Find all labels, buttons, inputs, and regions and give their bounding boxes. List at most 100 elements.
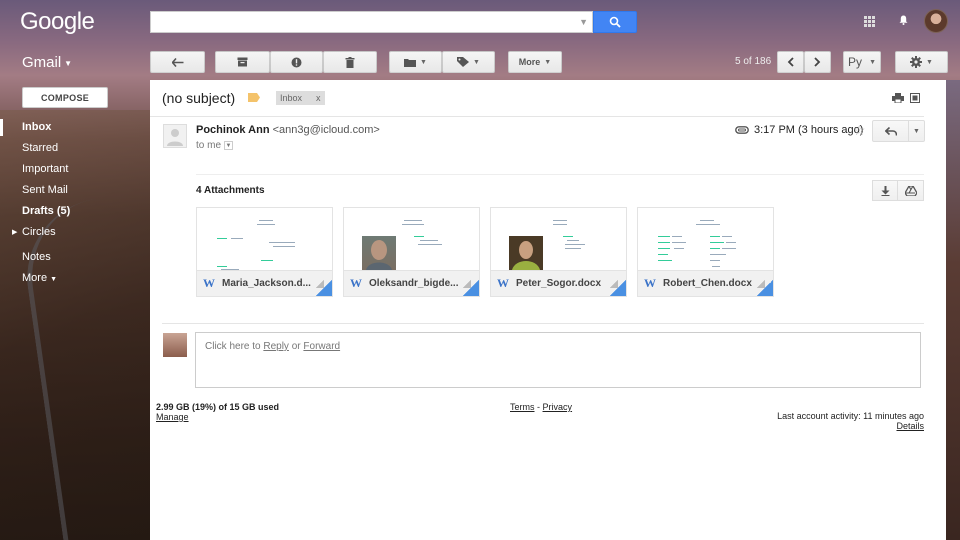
attachment-card[interactable]: W Robert_Chen.docx xyxy=(637,207,774,297)
sidebar-item-drafts[interactable]: Drafts (5) xyxy=(0,201,150,222)
attachment-name: Oleksandr_bigde... xyxy=(369,278,459,289)
older-button[interactable] xyxy=(804,51,831,73)
sidebar-item-label: Sent Mail xyxy=(22,184,68,196)
gmail-menu[interactable]: Gmail ▼ xyxy=(22,54,72,71)
sender-info: Pochinok Ann <ann3g@icloud.com> xyxy=(196,124,380,136)
folder-icon xyxy=(404,58,417,67)
remove-label-button[interactable]: x xyxy=(316,91,321,105)
sidebar-item-important[interactable]: Important xyxy=(0,159,150,180)
sidebar-item-sent[interactable]: Sent Mail xyxy=(0,180,150,201)
reply-button[interactable] xyxy=(873,121,909,141)
quick-reply-box[interactable]: Click here to Reply or Forward xyxy=(195,332,921,388)
label-chip-text: Inbox xyxy=(280,93,303,103)
sidebar-nav: Inbox Starred Important Sent Mail Drafts… xyxy=(0,117,150,289)
expand-triangle-icon[interactable]: ▶ xyxy=(12,222,17,243)
newer-button[interactable] xyxy=(777,51,804,73)
search-icon xyxy=(609,16,621,28)
activity-details-link[interactable]: Details xyxy=(896,421,924,431)
report-spam-button[interactable] xyxy=(270,51,323,73)
google-logo[interactable]: Google xyxy=(20,8,95,36)
attachment-name: Maria_Jackson.d... xyxy=(222,278,311,289)
terms-link[interactable]: Terms xyxy=(510,402,535,412)
trash-icon xyxy=(345,56,355,68)
archive-button[interactable] xyxy=(215,51,270,73)
message-time[interactable]: 3:17 PM (3 hours ago) xyxy=(754,124,863,136)
chevron-down-icon: ▼ xyxy=(64,58,73,68)
back-button[interactable] xyxy=(150,51,205,73)
archive-icon xyxy=(237,57,248,67)
attachments-title: 4 Attachments xyxy=(196,185,265,196)
sidebar-item-label: Drafts (5) xyxy=(22,205,71,217)
attachment-name: Peter_Sogor.docx xyxy=(516,278,602,289)
chevron-left-icon xyxy=(787,57,794,67)
attachment-card[interactable]: W Maria_Jackson.d... xyxy=(196,207,333,297)
new-window-icon[interactable] xyxy=(910,93,920,103)
label-chip-inbox: Inbox x xyxy=(276,91,325,105)
star-icon[interactable]: ☆ xyxy=(853,122,866,139)
sender-name[interactable]: Pochinok Ann xyxy=(196,124,270,136)
importance-marker-icon[interactable] xyxy=(248,93,260,102)
recipient-line: to me ▼ xyxy=(196,140,234,151)
spam-warning-icon xyxy=(291,57,302,67)
privacy-link[interactable]: Privacy xyxy=(543,402,573,412)
attachment-preview xyxy=(197,208,332,272)
attachment-photo xyxy=(509,236,543,270)
reply-arrow-icon xyxy=(884,126,897,136)
page-fold-icon xyxy=(610,280,626,296)
divider xyxy=(150,116,924,117)
footer-links: Terms - Privacy xyxy=(510,402,572,412)
sidebar-item-more[interactable]: More ▼ xyxy=(0,268,150,289)
search-options-caret-icon[interactable]: ▼ xyxy=(579,17,588,27)
download-all-button[interactable] xyxy=(872,180,898,201)
attachment-footer: W Oleksandr_bigde... xyxy=(344,270,479,296)
account-avatar[interactable] xyxy=(924,9,948,33)
attachment-card[interactable]: W Peter_Sogor.docx xyxy=(490,207,627,297)
chevron-right-icon xyxy=(814,57,821,67)
arrow-back-icon xyxy=(171,57,183,67)
attachment-photo xyxy=(362,236,396,270)
reply-prompt: Click here to Reply or Forward xyxy=(205,341,340,352)
labels-button[interactable]: ▼ xyxy=(442,51,495,73)
chevron-down-icon: ▼ xyxy=(420,58,427,66)
sidebar-item-label: More xyxy=(22,272,48,284)
sidebar-item-inbox[interactable]: Inbox xyxy=(0,117,150,138)
move-to-button[interactable]: ▼ xyxy=(389,51,442,73)
sidebar-item-label: Inbox xyxy=(22,121,52,133)
notifications-bell-icon[interactable] xyxy=(899,15,908,25)
apps-grid-icon[interactable] xyxy=(864,16,875,27)
attachment-footer: W Robert_Chen.docx xyxy=(638,270,773,296)
sidebar-item-label: Starred xyxy=(22,142,59,154)
gear-icon xyxy=(910,56,923,68)
input-tools-button[interactable]: Ру ▼ xyxy=(843,51,881,73)
settings-button[interactable]: ▼ xyxy=(895,51,948,73)
attachment-footer: W Peter_Sogor.docx xyxy=(491,270,626,296)
show-details-caret-icon[interactable]: ▼ xyxy=(224,140,234,150)
manage-storage-link[interactable]: Manage xyxy=(156,412,189,422)
reply-link[interactable]: Reply xyxy=(263,341,289,352)
divider xyxy=(196,174,924,175)
compose-button[interactable]: COMPOSE xyxy=(22,87,108,108)
chevron-down-icon: ▼ xyxy=(926,58,933,66)
search-button[interactable] xyxy=(593,11,637,33)
sidebar-item-circles[interactable]: ▶ Circles xyxy=(0,222,150,243)
or-text: or xyxy=(291,341,301,352)
page-fold-icon xyxy=(463,280,479,296)
sidebar-item-label: Important xyxy=(22,163,69,175)
reply-options-chevron-down-icon[interactable]: ▼ xyxy=(909,121,924,141)
divider xyxy=(162,323,924,324)
forward-link[interactable]: Forward xyxy=(303,341,340,352)
more-actions-button[interactable]: More ▼ xyxy=(508,51,562,73)
print-icon[interactable] xyxy=(892,93,904,103)
delete-button[interactable] xyxy=(323,51,377,73)
sidebar-item-notes[interactable]: Notes xyxy=(0,247,150,268)
sender-avatar[interactable] xyxy=(163,124,187,148)
save-to-drive-button[interactable] xyxy=(898,180,924,201)
storage-usage: 2.99 GB (19%) of 15 GB used xyxy=(156,402,280,412)
reply-button-group: ▼ xyxy=(872,120,925,142)
chevron-down-icon: ▼ xyxy=(869,58,876,66)
search-input[interactable]: ▼ xyxy=(150,11,593,33)
attachment-card[interactable]: W Oleksandr_bigde... xyxy=(343,207,480,297)
sidebar-item-label: Circles xyxy=(22,226,56,238)
word-doc-icon: W xyxy=(644,276,656,290)
sidebar-item-starred[interactable]: Starred xyxy=(0,138,150,159)
